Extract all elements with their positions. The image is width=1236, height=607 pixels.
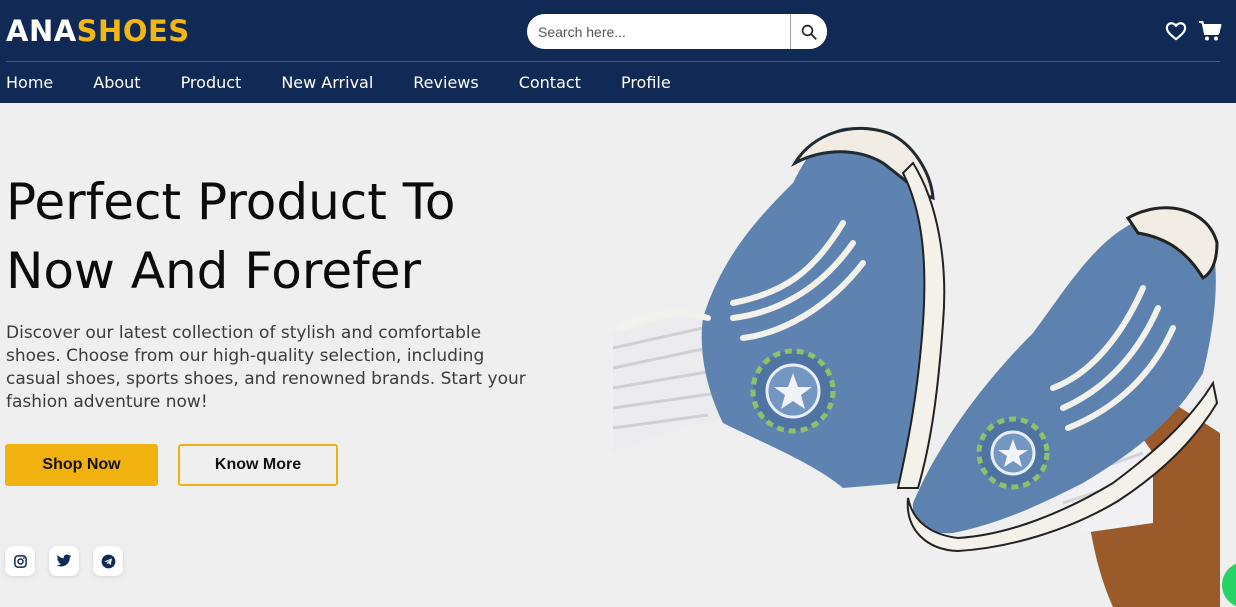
chat-button[interactable] <box>1222 562 1236 607</box>
header-icons <box>1164 19 1222 43</box>
twitter-icon <box>56 554 72 567</box>
cart-icon <box>1199 21 1222 41</box>
wishlist-button[interactable] <box>1164 19 1188 43</box>
nav-new-arrival[interactable]: New Arrival <box>281 72 373 96</box>
twitter-link[interactable] <box>49 546 79 576</box>
main-nav: Home About Product New Arrival Reviews C… <box>6 72 711 96</box>
know-more-button[interactable]: Know More <box>178 444 338 486</box>
cart-button[interactable] <box>1198 19 1222 43</box>
site-header: ANASHOES Home About Pro <box>0 0 1236 103</box>
search-icon <box>801 24 817 40</box>
telegram-icon <box>101 554 115 568</box>
instagram-icon <box>13 554 27 568</box>
header-divider <box>6 61 1220 62</box>
nav-contact[interactable]: Contact <box>519 72 581 96</box>
brand-logo[interactable]: ANASHOES <box>6 12 190 50</box>
hero-sneakers-image <box>613 126 1220 607</box>
brand-name-part2: SHOES <box>76 14 190 48</box>
nav-reviews[interactable]: Reviews <box>413 72 478 96</box>
search-input[interactable] <box>527 14 790 49</box>
nav-home[interactable]: Home <box>6 72 53 96</box>
nav-about[interactable]: About <box>93 72 140 96</box>
nav-product[interactable]: Product <box>181 72 242 96</box>
hero-title: Perfect Product To Now And Forefer <box>6 168 566 306</box>
nav-profile[interactable]: Profile <box>621 72 671 96</box>
brand-name-part1: ANA <box>6 14 77 48</box>
heart-icon <box>1165 22 1187 41</box>
hero-title-line1: Perfect Product To <box>6 173 456 231</box>
search-bar <box>527 14 827 49</box>
shop-now-button[interactable]: Shop Now <box>5 444 158 486</box>
instagram-link[interactable] <box>5 546 35 576</box>
telegram-link[interactable] <box>93 546 123 576</box>
hero-description: Discover our latest collection of stylis… <box>6 323 526 412</box>
search-button[interactable] <box>790 14 827 49</box>
social-links <box>5 546 123 576</box>
hero-title-line2: Now And Forefer <box>6 242 422 300</box>
